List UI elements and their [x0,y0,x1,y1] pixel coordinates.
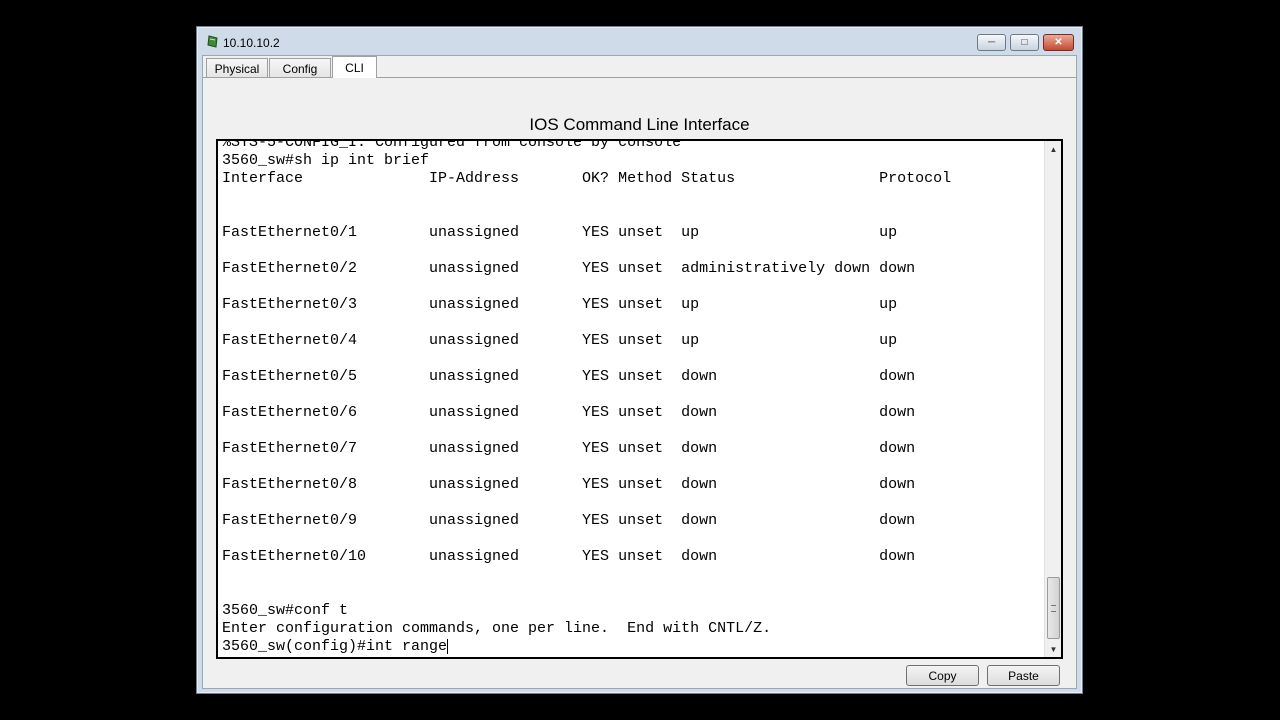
text-cursor [447,638,449,654]
terminal-line: %SYS-5-CONFIG_I: Configured from console… [222,141,682,151]
tab-physical[interactable]: Physical [206,58,268,78]
maximize-icon: □ [1021,36,1028,48]
terminal-line: FastEthernet0/2 unassigned YES unset adm… [222,260,916,277]
minimize-icon: ─ [987,36,996,48]
terminal-line: FastEthernet0/7 unassigned YES unset dow… [222,440,916,457]
terminal-output[interactable]: %SYS-5-CONFIG_I: Configured from console… [222,141,1044,657]
terminal-header-line: Interface IP-Address OK? Method Status P… [222,170,952,187]
window-client-area: Physical Config CLI IOS Command Line Int… [202,55,1077,689]
terminal-scrollbar[interactable]: ▲ ▼ [1044,141,1061,657]
terminal-line: FastEthernet0/1 unassigned YES unset up … [222,224,898,241]
tab-cli[interactable]: CLI [332,56,377,78]
tab-bar: Physical Config CLI [203,56,1076,78]
window-title: 10.10.10.2 [223,36,280,50]
panel-title: IOS Command Line Interface [529,115,750,134]
terminal-line: FastEthernet0/6 unassigned YES unset dow… [222,404,916,421]
device-window: 10.10.10.2 ─ □ ✕ Physical Config CLI IOS… [196,26,1083,694]
paste-button[interactable]: Paste [987,665,1060,686]
terminal-line: 3560_sw#sh ip int brief [222,152,430,169]
terminal-line: FastEthernet0/5 unassigned YES unset dow… [222,368,916,385]
prompt-text: 3560_sw(config)#int range [222,638,448,655]
maximize-button[interactable]: □ [1010,34,1039,51]
close-button[interactable]: ✕ [1043,34,1074,51]
scroll-thumb[interactable] [1047,577,1060,639]
terminal-line: FastEthernet0/4 unassigned YES unset up … [222,332,898,349]
terminal-line: Enter configuration commands, one per li… [222,620,772,637]
terminal-line: FastEthernet0/3 unassigned YES unset up … [222,296,898,313]
tab-config[interactable]: Config [269,58,331,78]
scroll-up-arrow-icon[interactable]: ▲ [1045,141,1061,157]
copy-button[interactable]: Copy [906,665,979,686]
router-icon [207,35,219,49]
terminal-prompt-line[interactable]: 3560_sw(config)#int range [222,638,449,656]
minimize-button[interactable]: ─ [977,34,1006,51]
terminal-line: FastEthernet0/8 unassigned YES unset dow… [222,476,916,493]
grip-icon [1051,605,1056,612]
terminal-line: FastEthernet0/10 unassigned YES unset do… [222,548,916,565]
terminal-line: 3560_sw#conf t [222,602,349,619]
title-bar[interactable]: 10.10.10.2 ─ □ ✕ [197,27,1082,55]
cli-terminal[interactable]: %SYS-5-CONFIG_I: Configured from console… [216,139,1063,659]
close-icon: ✕ [1054,36,1063,48]
terminal-line: FastEthernet0/9 unassigned YES unset dow… [222,512,916,529]
scroll-down-arrow-icon[interactable]: ▼ [1045,641,1061,657]
